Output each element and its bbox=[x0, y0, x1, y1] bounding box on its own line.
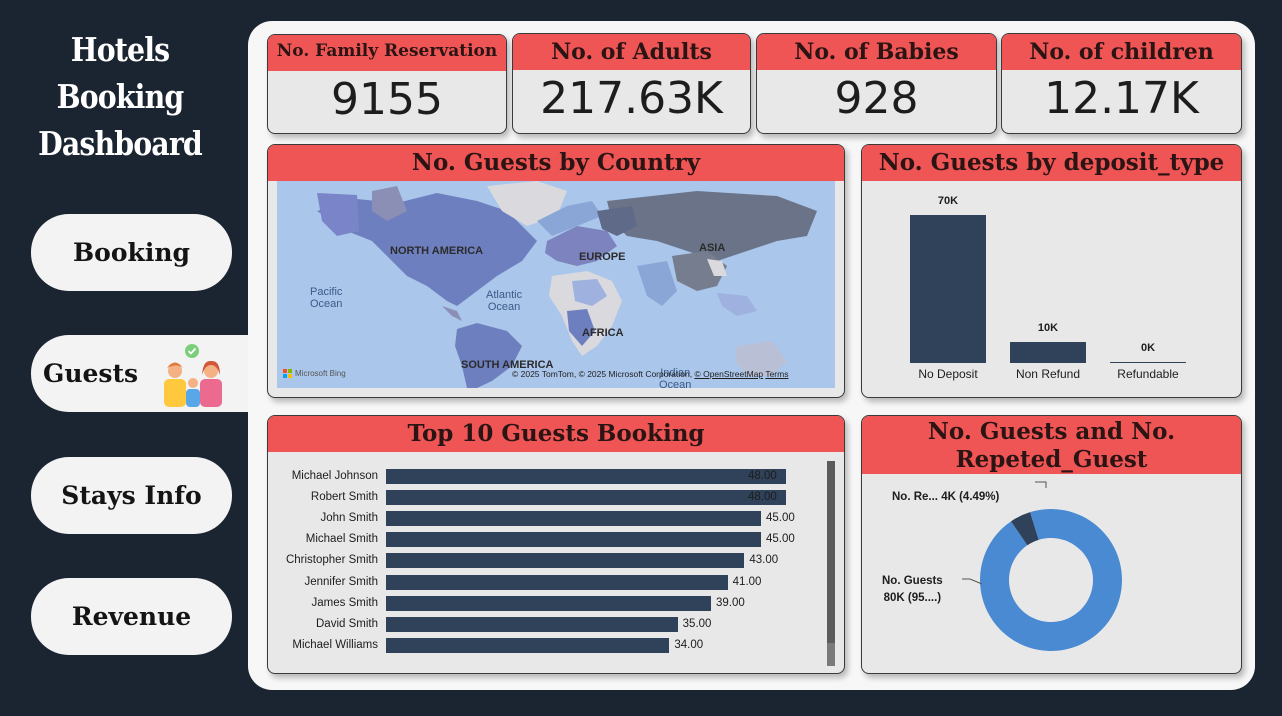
guest-bar[interactable] bbox=[386, 595, 711, 611]
map-credit-text: © 2025 TomTom, © 2025 Microsoft Corporat… bbox=[512, 369, 693, 379]
guest-bar-value: 48.00 bbox=[748, 470, 777, 482]
deposit-bar-value: 70K bbox=[937, 195, 959, 207]
scrollbar-thumb[interactable] bbox=[827, 461, 835, 643]
deposit-bar[interactable] bbox=[910, 215, 986, 363]
guests-by-deposit-type-card: No. Guests by deposit_type 70K No Deposit… bbox=[861, 144, 1242, 398]
nav-guests-label: Guests bbox=[43, 359, 139, 388]
guest-bar[interactable] bbox=[386, 469, 786, 484]
kpi-title: No. of Adults bbox=[513, 34, 750, 70]
deposit-category-label: No Deposit bbox=[918, 367, 978, 381]
guest-bar-value: 45.00 bbox=[766, 512, 795, 525]
bing-attribution: Microsoft Bing bbox=[283, 369, 346, 378]
guest-bar-value: 45.00 bbox=[766, 533, 795, 546]
main-panel: No. Family Reservation 9155 No. of Adult… bbox=[248, 21, 1255, 690]
kpi-family-reservation-card: No. Family Reservation 9155 bbox=[267, 34, 507, 134]
app-title-line: Booking bbox=[56, 77, 185, 116]
kpi-value: 12.17K bbox=[1044, 73, 1199, 124]
kpi-title: No. of Babies bbox=[757, 34, 996, 70]
guest-bar[interactable] bbox=[386, 637, 670, 653]
kpi-adults-card: No. of Adults 217.63K bbox=[512, 33, 751, 134]
map-title: No. Guests by Country bbox=[268, 145, 844, 181]
map-label-north-america: NORTH AMERICA bbox=[390, 245, 484, 257]
family-icon bbox=[164, 344, 222, 407]
guest-name-label: Jennifer Smith bbox=[304, 575, 378, 588]
guest-name-label: Christopher Smith bbox=[285, 554, 378, 567]
guest-name-label: Michael Smith bbox=[305, 533, 378, 546]
world-map-graphic bbox=[277, 181, 835, 388]
nav-booking-button[interactable]: Booking bbox=[31, 214, 232, 291]
deposit-category-label: Refundable bbox=[1117, 367, 1179, 381]
guest-bar[interactable] bbox=[386, 574, 728, 590]
world-map[interactable]: NORTH AMERICA EUROPE ASIA AFRICA SOUTH A… bbox=[277, 181, 835, 388]
nav-revenue-label: Revenue bbox=[71, 602, 192, 631]
guest-bar-value: 34.00 bbox=[674, 638, 704, 651]
guest-bar[interactable] bbox=[386, 532, 761, 548]
guest-bar-value: 48.00 bbox=[748, 491, 777, 504]
kpi-value: 928 bbox=[834, 73, 919, 124]
guests-by-country-card: No. Guests by Country NORTH AMERICA EURO… bbox=[267, 144, 845, 398]
kpi-value: 217.63K bbox=[540, 73, 723, 124]
map-credit: © 2025 TomTom, © 2025 Microsoft Corporat… bbox=[512, 369, 788, 379]
nav-stays-info-button[interactable]: Stays Info bbox=[31, 457, 232, 534]
map-label-africa: AFRICA bbox=[582, 327, 624, 339]
map-label-asia: ASIA bbox=[699, 242, 726, 254]
map-label-atlantic-ocean: Atlantic Ocean bbox=[486, 289, 523, 313]
deposit-bar[interactable] bbox=[1010, 341, 1086, 363]
donut-slice[interactable] bbox=[980, 509, 1122, 651]
guest-bar-value: 43.00 bbox=[749, 554, 779, 567]
guest-bar-value: 39.00 bbox=[716, 596, 745, 609]
guest-name-label: James Smith bbox=[311, 596, 378, 609]
map-label-pacific-ocean: Pacific Ocean bbox=[310, 286, 343, 310]
donut-label-small: No. Re... 4K (4.49%) bbox=[892, 491, 1000, 503]
guest-name-label: David Smith bbox=[316, 617, 378, 630]
guest-bar[interactable] bbox=[386, 616, 678, 632]
kpi-children-card: No. of children 12.17K bbox=[1001, 33, 1242, 134]
guest-bar-value: 35.00 bbox=[682, 617, 712, 630]
deposit-bar-value: 0K bbox=[1140, 342, 1156, 354]
deposit-bar[interactable] bbox=[1110, 362, 1186, 363]
map-label-europe: EUROPE bbox=[579, 251, 626, 263]
top-guests-card: Top 10 Guests Booking Michael Johnson 48.… bbox=[267, 415, 845, 674]
donut-label-main: No. Guests 80K (95....) bbox=[882, 575, 943, 604]
app-title-line: Dashboard bbox=[38, 124, 203, 163]
deposit-bar-value: 10K bbox=[1037, 321, 1059, 334]
top-guests-title: Top 10 Guests Booking bbox=[268, 416, 844, 452]
bing-label: Microsoft Bing bbox=[295, 369, 346, 378]
donut-title: No. Guests and No. Repeted_Guest bbox=[862, 416, 1241, 474]
repeated-guest-card: No. Guests and No. Repeted_Guest No. Re.… bbox=[861, 415, 1242, 674]
donut-leader-line bbox=[962, 578, 983, 585]
guest-name-label: Michael Williams bbox=[292, 638, 378, 651]
kpi-babies-card: No. of Babies 928 bbox=[756, 33, 997, 134]
deposit-category-label: Non Refund bbox=[1015, 367, 1081, 381]
kpi-title: No. Family Reservation bbox=[268, 35, 506, 71]
kpi-value: 9155 bbox=[331, 74, 443, 125]
app-title: Hotels Booking Dashboard bbox=[34, 26, 206, 167]
guest-bar-value: 41.00 bbox=[732, 575, 762, 588]
nav-booking-label: Booking bbox=[73, 238, 190, 267]
map-credit-osm-link[interactable]: © OpenStreetMap bbox=[694, 369, 763, 379]
guest-name-label: John Smith bbox=[320, 512, 378, 525]
app-title-line: Hotels bbox=[70, 30, 170, 69]
guest-bar[interactable] bbox=[386, 553, 745, 569]
map-credit-terms-link[interactable]: Terms bbox=[765, 369, 788, 379]
guest-bar[interactable] bbox=[386, 511, 761, 527]
guest-name-label: Robert Smith bbox=[310, 491, 378, 504]
guest-bar[interactable] bbox=[386, 490, 786, 506]
nav-guests-button[interactable]: Guests bbox=[31, 335, 271, 412]
deposit-chart-title: No. Guests by deposit_type bbox=[862, 145, 1241, 181]
nav-revenue-button[interactable]: Revenue bbox=[31, 578, 232, 655]
guest-name-label: Michael Johnson bbox=[291, 470, 378, 482]
donut-leader-line bbox=[1035, 481, 1047, 488]
kpi-title: No. of children bbox=[1002, 34, 1241, 70]
nav-stays-info-label: Stays Info bbox=[61, 481, 202, 510]
microsoft-logo-icon bbox=[283, 369, 292, 378]
